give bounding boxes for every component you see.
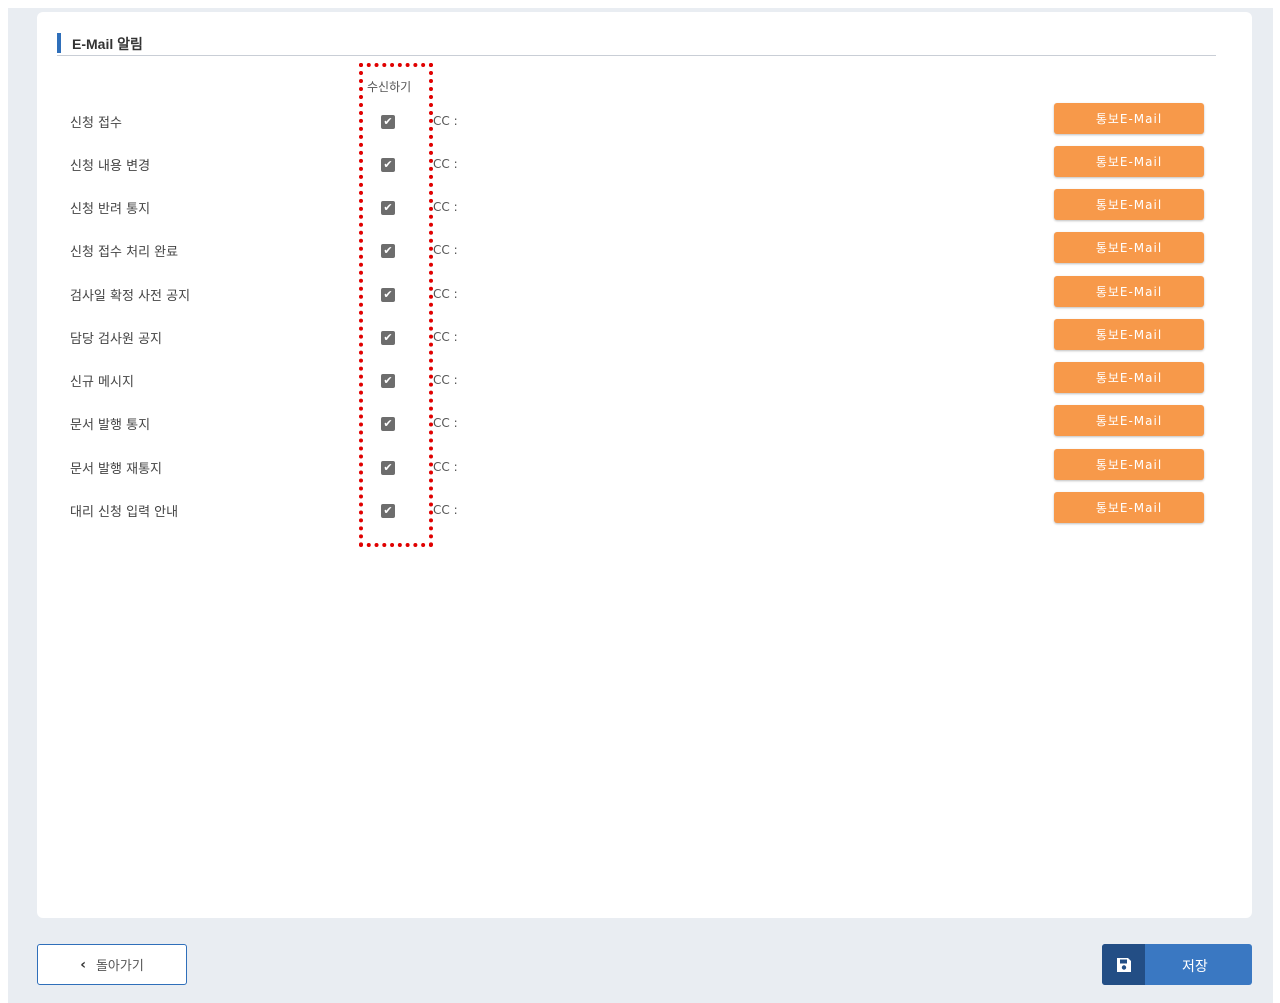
cc-label: CC : — [433, 114, 458, 128]
notification-row: 대리 신청 입력 안내 ✔ CC : 통보E-Mail — [0, 492, 1280, 541]
notify-email-button[interactable]: 통보E-Mail — [1054, 449, 1204, 480]
receive-checkbox[interactable]: ✔ — [381, 288, 395, 302]
notify-email-button[interactable]: 통보E-Mail — [1054, 405, 1204, 436]
notify-email-button[interactable]: 통보E-Mail — [1054, 146, 1204, 177]
receive-checkbox[interactable]: ✔ — [381, 504, 395, 518]
notification-label: 대리 신청 입력 안내 — [70, 505, 179, 520]
notification-label: 검사일 확정 사전 공지 — [70, 289, 191, 304]
notification-label: 문서 발행 통지 — [70, 418, 151, 433]
back-button[interactable]: ‹ 돌아가기 — [37, 944, 187, 985]
receive-checkbox[interactable]: ✔ — [381, 331, 395, 345]
receive-checkbox[interactable]: ✔ — [381, 201, 395, 215]
section-title: E-Mail 알림 — [72, 36, 143, 52]
cc-label: CC : — [433, 287, 458, 301]
back-button-label: 돌아가기 — [95, 959, 144, 974]
receive-checkbox[interactable]: ✔ — [381, 417, 395, 431]
notification-label: 신청 반려 통지 — [70, 202, 151, 217]
notify-email-button[interactable]: 통보E-Mail — [1054, 276, 1204, 307]
notification-label: 신규 메시지 — [70, 375, 134, 390]
cc-label: CC : — [433, 373, 458, 387]
save-icon — [1102, 944, 1145, 985]
save-button-label: 저장 — [1182, 959, 1208, 975]
notify-email-button[interactable]: 통보E-Mail — [1054, 362, 1204, 393]
section-accent-bar — [57, 33, 61, 53]
receive-checkbox[interactable]: ✔ — [381, 374, 395, 388]
cc-label: CC : — [433, 460, 458, 474]
receive-checkbox[interactable]: ✔ — [381, 461, 395, 475]
save-button[interactable]: 저장 — [1102, 944, 1252, 985]
notify-email-button[interactable]: 통보E-Mail — [1054, 189, 1204, 220]
cc-label: CC : — [433, 330, 458, 344]
notify-email-button[interactable]: 통보E-Mail — [1054, 319, 1204, 350]
cc-label: CC : — [433, 157, 458, 171]
cc-label: CC : — [433, 200, 458, 214]
cc-label: CC : — [433, 243, 458, 257]
section-header: E-Mail 알림 — [57, 31, 1216, 56]
notify-email-button[interactable]: 통보E-Mail — [1054, 103, 1204, 134]
receive-checkbox[interactable]: ✔ — [381, 244, 395, 258]
cc-label: CC : — [433, 416, 458, 430]
receive-checkbox[interactable]: ✔ — [381, 158, 395, 172]
notification-label: 담당 검사원 공지 — [70, 332, 162, 347]
notification-label: 신청 접수 — [70, 116, 122, 131]
notify-email-button[interactable]: 통보E-Mail — [1054, 492, 1204, 523]
notify-email-button[interactable]: 통보E-Mail — [1054, 232, 1204, 263]
receive-checkbox[interactable]: ✔ — [381, 115, 395, 129]
cc-label: CC : — [433, 503, 458, 517]
notification-label: 신청 내용 변경 — [70, 159, 151, 174]
notification-label: 문서 발행 재통지 — [70, 462, 162, 477]
notification-label: 신청 접수 처리 완료 — [70, 245, 179, 260]
chevron-left-icon: ‹ — [80, 956, 86, 973]
